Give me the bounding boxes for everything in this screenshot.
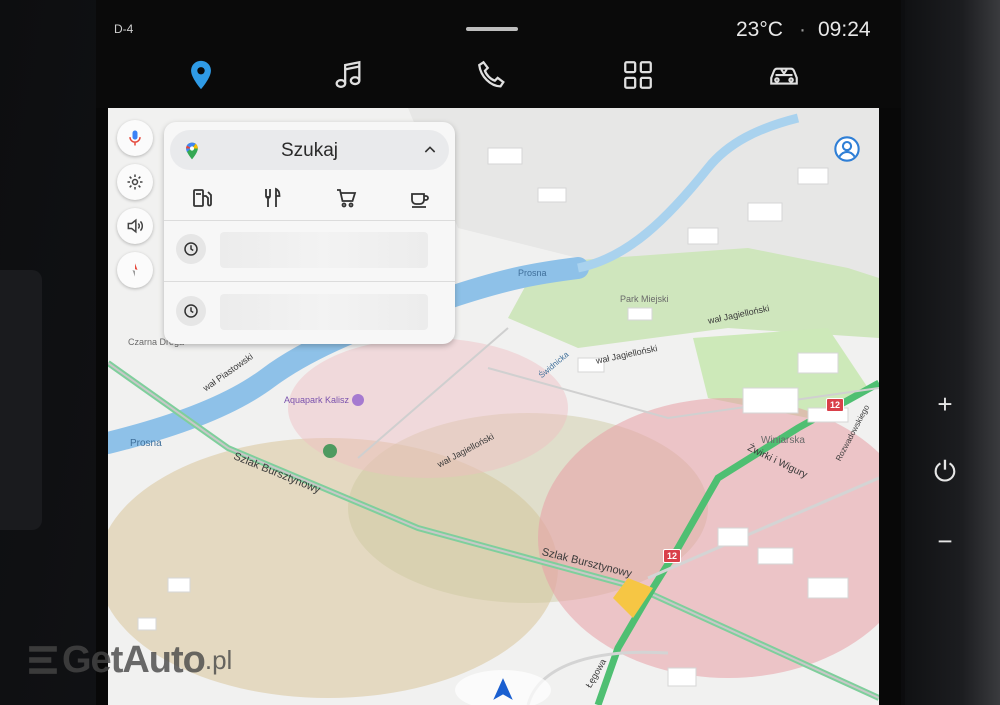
label-park: Park Miejski xyxy=(620,294,669,304)
label-aquapark: Aquapark Kalisz xyxy=(284,395,350,405)
tab-music[interactable] xyxy=(328,55,368,95)
left-bezel-edge xyxy=(0,270,42,530)
restaurant-icon xyxy=(265,187,281,207)
category-restaurant-button[interactable] xyxy=(256,182,288,214)
outside-temperature: 23°C xyxy=(736,18,783,41)
search-bar[interactable]: Szukaj xyxy=(170,130,449,170)
status-bar: D-4 23°C · 09:24 xyxy=(96,0,901,113)
voice-search-button[interactable] xyxy=(117,120,153,156)
tab-vehicle[interactable] xyxy=(764,55,804,95)
label-river-left: Prosna xyxy=(130,438,162,449)
pull-down-handle[interactable] xyxy=(466,27,518,31)
volume-up-key[interactable]: + xyxy=(930,389,960,419)
tab-apps[interactable] xyxy=(618,55,658,95)
road-shield-12-upper: 12 xyxy=(826,398,845,412)
fuel-pump-icon xyxy=(193,189,212,207)
speaker-icon xyxy=(127,218,144,234)
phone-icon xyxy=(478,60,505,88)
clock-icon xyxy=(184,304,198,318)
recent-destination-1[interactable] xyxy=(164,220,455,280)
clock-icon xyxy=(184,242,198,256)
recent-destination-2[interactable] xyxy=(164,282,455,342)
status-glyph: D-4 xyxy=(114,22,134,36)
active-tab-indicator xyxy=(193,100,209,113)
gear-icon xyxy=(127,174,143,190)
compass-icon xyxy=(132,263,138,277)
account-icon[interactable] xyxy=(833,135,861,163)
car-icon xyxy=(770,67,798,85)
tab-navigation[interactable] xyxy=(181,55,221,95)
redacted-address xyxy=(220,232,428,268)
search-label: Szukaj xyxy=(280,140,339,161)
chevron-up-icon[interactable] xyxy=(422,142,438,158)
category-coffee-button[interactable] xyxy=(404,182,436,214)
compass-button[interactable] xyxy=(117,252,153,288)
settings-button[interactable] xyxy=(117,164,153,200)
redacted-address xyxy=(220,294,428,330)
power-key[interactable]: ⏻ xyxy=(930,457,960,487)
history-badge xyxy=(176,234,206,264)
category-shortcuts xyxy=(164,180,455,220)
volume-down-key[interactable]: − xyxy=(930,526,960,556)
category-fuel-button[interactable] xyxy=(186,182,218,214)
watermark-logo-icon xyxy=(29,646,57,674)
location-pin-icon xyxy=(191,60,211,90)
microphone-icon xyxy=(129,130,141,146)
category-shopping-button[interactable] xyxy=(330,182,362,214)
sound-button[interactable] xyxy=(117,208,153,244)
watermark: GetAuto .pl xyxy=(26,638,232,682)
label-river-mid: Prosna xyxy=(518,268,547,278)
watermark-brand: GetAuto xyxy=(62,638,206,681)
current-location-arrow-icon xyxy=(493,678,513,700)
search-panel: Szukaj xyxy=(164,122,455,344)
shopping-cart-icon xyxy=(337,189,357,208)
right-bezel xyxy=(905,0,1000,705)
apps-grid-icon xyxy=(624,61,652,89)
music-note-icon xyxy=(335,60,361,89)
status-separator: · xyxy=(799,18,806,41)
clock: 09:24 xyxy=(818,18,871,41)
map-side-controls xyxy=(117,120,157,296)
watermark-suffix: .pl xyxy=(204,644,233,675)
label-winiarska: Winiarska xyxy=(761,435,805,446)
road-shield-12-lower: 12 xyxy=(663,549,682,563)
tab-phone[interactable] xyxy=(472,55,512,95)
coffee-cup-icon xyxy=(411,193,429,208)
history-badge xyxy=(176,296,206,326)
